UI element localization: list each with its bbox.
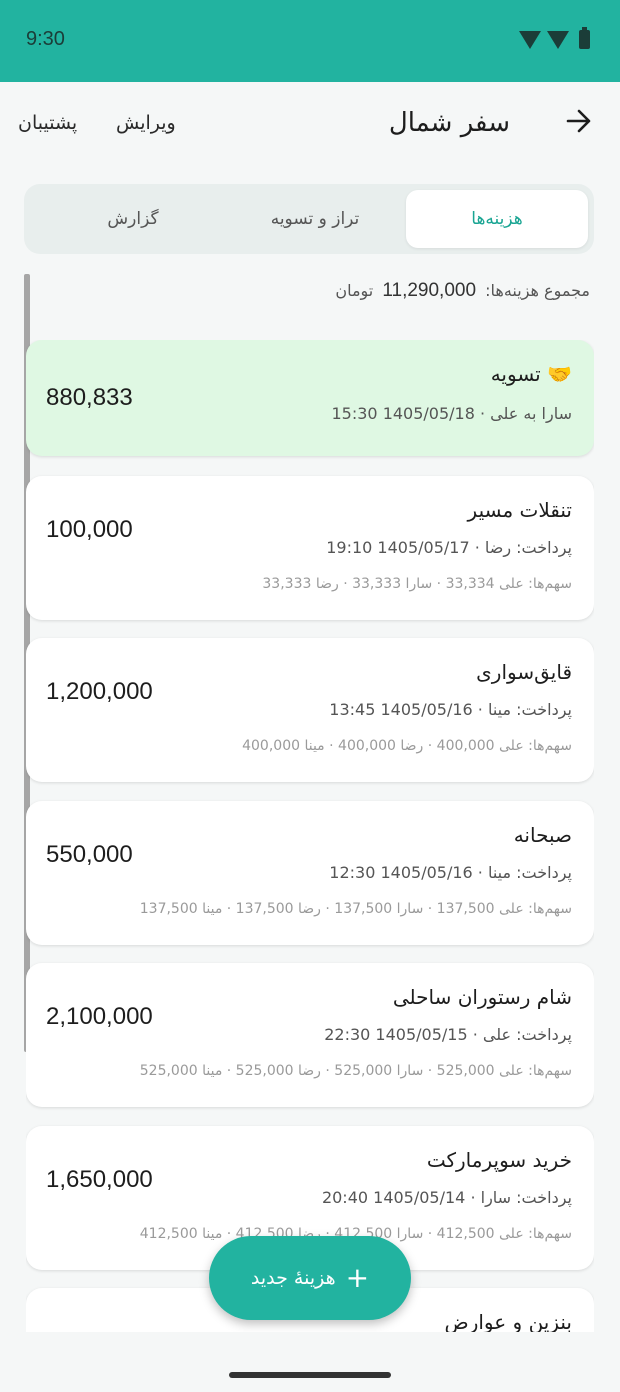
expense-meta: پرداخت: علی · 1405/05/15 22:30 (324, 1025, 572, 1044)
expense-title: صبحانه (513, 823, 572, 847)
wifi-icon (519, 30, 542, 49)
handshake-icon: 🤝 (547, 362, 572, 386)
tab-expenses[interactable]: هزینه‌ها (406, 190, 588, 248)
expense-amount: 1,650,000 (46, 1166, 153, 1193)
page-title: سفر شمال (388, 108, 510, 138)
expense-shares: سهم‌ها: علی 33,334 · سارا 33,333 · رضا 3… (262, 576, 572, 592)
expense-title: شام رستوران ساحلی (392, 985, 572, 1009)
settlement-amount: 880,833 (46, 384, 133, 411)
home-gesture-handle[interactable] (229, 1372, 391, 1378)
plus-icon: + (345, 1261, 370, 1294)
expense-meta: پرداخت: مینا · 1405/05/16 13:45 (329, 700, 572, 719)
expense-title: قایق‌سواری (476, 660, 572, 684)
cell-signal-icon (547, 30, 570, 49)
expense-title: خرید سوپرمارکت (426, 1148, 572, 1172)
expense-meta: پرداخت: مینا · 1405/05/16 12:30 (329, 863, 572, 882)
expense-amount: 550,000 (46, 841, 133, 868)
expense-card[interactable]: قایق‌سواری پرداخت: مینا · 1405/05/16 13:… (26, 638, 594, 782)
total-unit: تومان (335, 281, 374, 300)
tab-bar: هزینه‌ها تراز و تسویه گزارش (24, 184, 594, 254)
settlement-title: 🤝 تسویه (490, 362, 572, 386)
new-expense-button[interactable]: + هزینهٔ جدید (209, 1236, 411, 1320)
settlement-meta: سارا به علی · 1405/05/18 15:30 (331, 404, 572, 423)
battery-icon (579, 27, 590, 49)
new-expense-label: هزینهٔ جدید (250, 1267, 336, 1289)
tab-report[interactable]: گزارش (42, 190, 224, 248)
support-button[interactable]: پشتیبان (18, 112, 77, 134)
status-bar: 9:30 (0, 0, 620, 82)
app-bar: سفر شمال ویرایش پشتیبان (0, 96, 620, 156)
system-nav-bar (0, 1332, 620, 1392)
expense-title: تنقلات مسیر (467, 498, 572, 522)
expense-shares: سهم‌ها: علی 400,000 · رضا 400,000 · مینا… (242, 738, 572, 754)
total-label: مجموع هزینه‌ها: (485, 281, 590, 300)
expense-amount: 2,100,000 (46, 1003, 153, 1030)
settlement-card[interactable]: 🤝 تسویه سارا به علی · 1405/05/18 15:30 8… (26, 340, 594, 456)
total-summary: مجموع هزینه‌ها: 11,290,000 تومان (335, 280, 590, 302)
expense-title: بنزین و عوارض (444, 1310, 572, 1332)
back-arrow-icon[interactable] (566, 108, 592, 134)
tab-balance[interactable]: تراز و تسویه (224, 190, 406, 248)
total-value: 11,290,000 (382, 280, 477, 301)
expense-card[interactable]: شام رستوران ساحلی پرداخت: علی · 1405/05/… (26, 963, 594, 1107)
status-icons (519, 27, 590, 49)
expense-card[interactable]: صبحانه پرداخت: مینا · 1405/05/16 12:30 س… (26, 801, 594, 945)
edit-button[interactable]: ویرایش (116, 112, 176, 134)
status-time: 9:30 (26, 28, 65, 50)
expense-meta: پرداخت: رضا · 1405/05/17 19:10 (326, 538, 572, 557)
expense-card[interactable]: تنقلات مسیر پرداخت: رضا · 1405/05/17 19:… (26, 476, 594, 620)
expense-amount: 100,000 (46, 516, 133, 543)
expense-shares: سهم‌ها: علی 137,500 · سارا 137,500 · رضا… (139, 901, 572, 917)
expense-shares: سهم‌ها: علی 525,000 · سارا 525,000 · رضا… (139, 1063, 572, 1079)
expense-amount: 1,200,000 (46, 678, 153, 705)
expense-list: 🤝 تسویه سارا به علی · 1405/05/18 15:30 8… (26, 340, 594, 1332)
expense-meta: پرداخت: سارا · 1405/05/14 20:40 (321, 1188, 572, 1207)
